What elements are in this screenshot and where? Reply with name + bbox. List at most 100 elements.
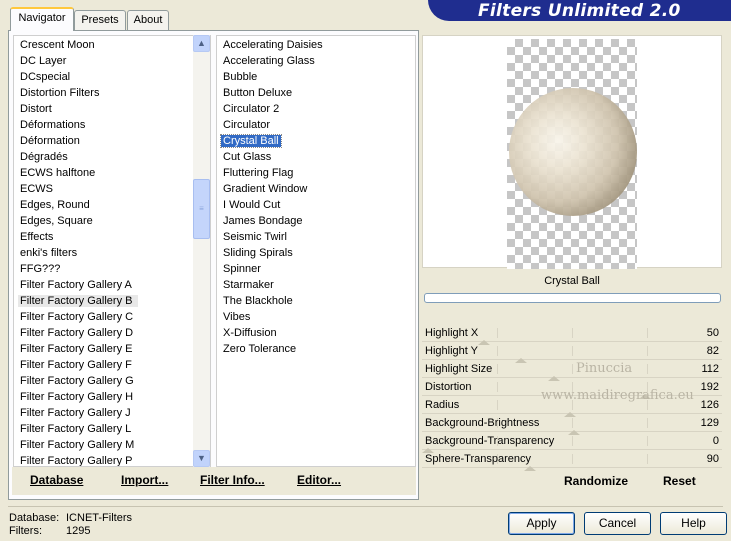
category-item[interactable]: Filter Factory Gallery J	[14, 405, 210, 421]
category-item-label: Déformation	[20, 135, 80, 147]
filter-item[interactable]: Seismic Twirl	[217, 229, 415, 245]
category-item[interactable]: Filter Factory Gallery L	[14, 421, 210, 437]
filter-item[interactable]: Zero Tolerance	[217, 341, 415, 357]
filter-item-label: Zero Tolerance	[223, 343, 297, 355]
randomize-button[interactable]: Randomize	[564, 474, 628, 488]
category-item[interactable]: Filter Factory Gallery A	[14, 277, 210, 293]
slider-tick	[572, 454, 573, 464]
category-item[interactable]: DCspecial	[14, 69, 210, 85]
parameter-label: Background-Transparency	[425, 435, 555, 447]
parameter-slider[interactable]: Background-Brightness 129	[422, 414, 722, 435]
filter-info-button[interactable]: Filter Info...	[200, 473, 265, 487]
slider-tick	[572, 436, 573, 446]
category-item[interactable]: Déformation	[14, 133, 210, 149]
filter-item[interactable]: Vibes	[217, 309, 415, 325]
category-item[interactable]: Déformations	[14, 117, 210, 133]
filter-item-label: Accelerating Daisies	[223, 39, 323, 51]
category-scrollbar[interactable]: ▲ ≡ ▼	[193, 35, 210, 467]
category-item[interactable]: Dégradés	[14, 149, 210, 165]
parameter-label: Highlight Size	[425, 363, 493, 375]
filter-item-label: Bubble	[223, 71, 258, 83]
category-item-label: Distortion Filters	[20, 87, 100, 99]
tab-navigator[interactable]: Navigator	[10, 7, 74, 31]
category-item-label: Filter Factory Gallery B	[18, 295, 139, 307]
category-item[interactable]: Distort	[14, 101, 210, 117]
filter-item-label: Circulator 2	[223, 103, 280, 115]
parameter-slider[interactable]: Highlight X 50	[422, 324, 722, 345]
category-item[interactable]: enki's filters	[14, 245, 210, 261]
filter-item[interactable]: Crystal Ball	[217, 133, 415, 149]
slider-tick	[572, 418, 573, 428]
category-item[interactable]: Filter Factory Gallery H	[14, 389, 210, 405]
scroll-down-button[interactable]: ▼	[193, 450, 210, 467]
filter-item[interactable]: The Blackhole	[217, 293, 415, 309]
scroll-up-button[interactable]: ▲	[193, 35, 210, 52]
filter-item-label: Vibes	[223, 311, 251, 323]
filter-item[interactable]: Fluttering Flag	[217, 165, 415, 181]
filter-item[interactable]: Sliding Spirals	[217, 245, 415, 261]
category-item-label: enki's filters	[20, 247, 78, 259]
category-item[interactable]: DC Layer	[14, 53, 210, 69]
filter-list[interactable]: Accelerating Daisies Accelerating Glass Bu…	[216, 35, 416, 467]
category-item[interactable]: Filter Factory Gallery G	[14, 373, 210, 389]
category-item[interactable]: Filter Factory Gallery C	[14, 309, 210, 325]
category-item[interactable]: Effects	[14, 229, 210, 245]
parameter-value: 90	[706, 453, 719, 465]
category-item[interactable]: Crescent Moon	[14, 37, 210, 53]
category-item[interactable]: Filter Factory Gallery M	[14, 437, 210, 453]
category-item[interactable]: Filter Factory Gallery B	[14, 293, 210, 309]
filter-item[interactable]: Circulator 2	[217, 101, 415, 117]
filter-item[interactable]: Circulator	[217, 117, 415, 133]
editor-button[interactable]: Editor...	[297, 473, 341, 487]
filter-item[interactable]: Gradient Window	[217, 181, 415, 197]
apply-button[interactable]: Apply	[508, 512, 575, 535]
filters-count-value: 1295	[66, 525, 91, 537]
parameter-slider[interactable]: Highlight Y 82	[422, 342, 722, 363]
filter-item[interactable]: Button Deluxe	[217, 85, 415, 101]
help-button[interactable]: Help	[660, 512, 727, 535]
command-bar: Database Import... Filter Info... Editor…	[12, 467, 416, 495]
slider-tick	[572, 364, 573, 374]
filter-item[interactable]: Accelerating Glass	[217, 53, 415, 69]
filter-item-label: I Would Cut	[223, 199, 281, 211]
category-item[interactable]: Distortion Filters	[14, 85, 210, 101]
tab-about[interactable]: About	[127, 10, 169, 30]
filter-item[interactable]: X-Diffusion	[217, 325, 415, 341]
category-item[interactable]: Filter Factory Gallery F	[14, 357, 210, 373]
parameter-label: Highlight X	[425, 327, 479, 339]
category-item[interactable]: Edges, Square	[14, 213, 210, 229]
filter-item[interactable]: Starmaker	[217, 277, 415, 293]
filter-item[interactable]: Bubble	[217, 69, 415, 85]
filter-item[interactable]: Cut Glass	[217, 149, 415, 165]
slider-tick	[647, 418, 648, 428]
category-item[interactable]: Edges, Round	[14, 197, 210, 213]
preview-area[interactable]	[422, 35, 722, 269]
category-item-label: ECWS halftone	[20, 167, 96, 179]
parameter-value: 112	[701, 363, 719, 375]
filter-item-label: Crystal Ball	[220, 134, 282, 148]
database-button[interactable]: Database	[30, 473, 83, 487]
category-list[interactable]: Crescent Moon DC Layer DCspecial Distortion…	[13, 35, 211, 467]
scroll-thumb[interactable]: ≡	[193, 179, 210, 239]
category-item[interactable]: Filter Factory Gallery D	[14, 325, 210, 341]
category-item-label: Distort	[20, 103, 52, 115]
filter-item[interactable]: James Bondage	[217, 213, 415, 229]
cancel-button[interactable]: Cancel	[584, 512, 651, 535]
parameter-value: 0	[712, 435, 719, 447]
parameter-slider[interactable]: Highlight Size 112	[422, 360, 722, 381]
slider-tick	[647, 328, 648, 338]
category-item[interactable]: Filter Factory Gallery P	[14, 453, 210, 466]
category-item[interactable]: ECWS halftone	[14, 165, 210, 181]
parameter-slider[interactable]: Background-Transparency 0	[422, 432, 722, 453]
filter-item[interactable]: I Would Cut	[217, 197, 415, 213]
filter-item[interactable]: Spinner	[217, 261, 415, 277]
category-item[interactable]: FFG???	[14, 261, 210, 277]
tab-presets[interactable]: Presets	[74, 10, 126, 30]
slider-tick	[647, 364, 648, 374]
category-item[interactable]: Filter Factory Gallery E	[14, 341, 210, 357]
parameter-slider[interactable]: Sphere-Transparency 90	[422, 450, 722, 471]
reset-button[interactable]: Reset	[663, 474, 696, 488]
filter-item[interactable]: Accelerating Daisies	[217, 37, 415, 53]
category-item[interactable]: ECWS	[14, 181, 210, 197]
import-button[interactable]: Import...	[121, 473, 168, 487]
